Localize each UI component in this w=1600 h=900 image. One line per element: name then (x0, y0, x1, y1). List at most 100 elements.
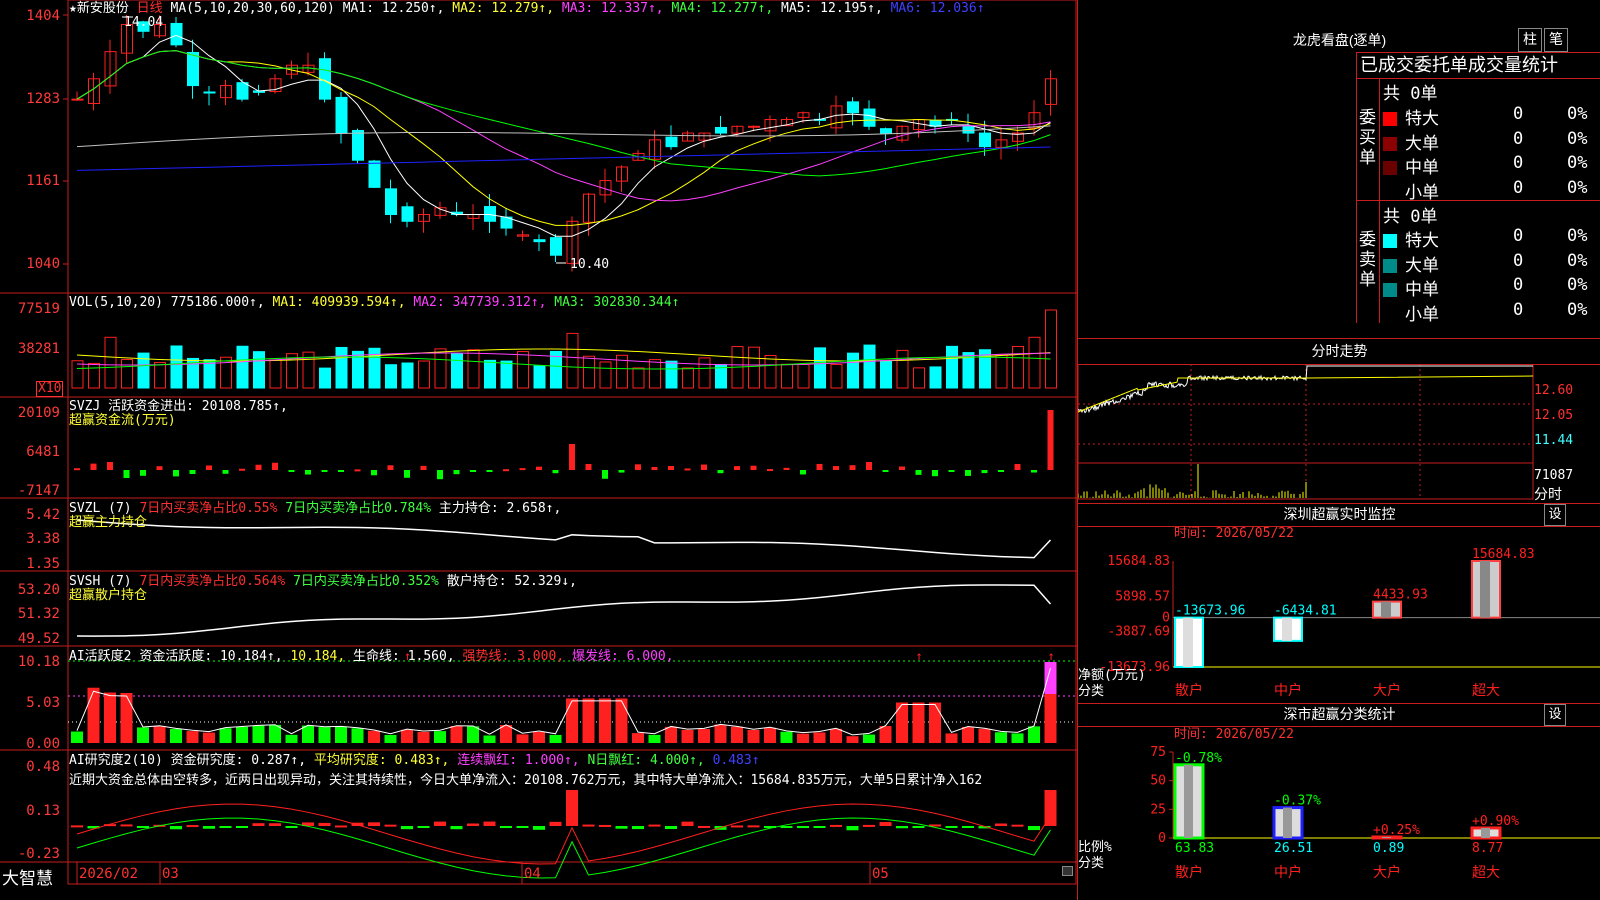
air-consec: 连续飘红: 1.000↑, (457, 753, 580, 768)
svzj-bar (602, 470, 608, 479)
ai-active-bar (698, 728, 710, 743)
order-row: 小单 0 0% (1383, 300, 1598, 325)
order-count: 0 (1513, 177, 1524, 198)
ai-active-bar (203, 732, 215, 743)
ai-active-bar (417, 731, 430, 743)
svzj-bar (734, 466, 740, 470)
candle-body (863, 108, 876, 127)
candle-body (236, 82, 249, 100)
ai-active-bar (170, 728, 182, 743)
volume-bar (946, 345, 958, 389)
sell-block-label: 委卖单 (1359, 230, 1376, 290)
ai-active-bar (731, 726, 743, 743)
ai-research-line (76, 803, 1051, 865)
up-arrow-marker: ↑ (916, 649, 923, 663)
monitor-category-label: 超大 (1472, 683, 1500, 699)
volume-bar (1045, 309, 1057, 389)
ma1-value: MA1: 12.250↑, (342, 1, 445, 16)
color-swatch (1383, 112, 1397, 126)
ai-active-bar (153, 726, 166, 743)
intraday-chart[interactable] (1078, 364, 1600, 504)
monitor-bar-shade (1282, 617, 1292, 641)
ai-research-title: AI研究度2(10) 资金研究度: 0.287↑, 平均研究度: 0.483↑,… (69, 753, 760, 768)
ma-line-1 (76, 34, 1051, 237)
ai-research-bar (1011, 824, 1024, 827)
svzj-bar (173, 470, 179, 477)
intraday-y-tick: 12.05 (1534, 408, 1574, 423)
volume-bar (748, 346, 760, 389)
svzj-bar (404, 470, 410, 478)
ai-research-bar (582, 824, 595, 827)
sz-monitor-settings-button[interactable]: 设 (1544, 504, 1566, 526)
class-value-label: 26.51 (1274, 841, 1313, 856)
ai2-life: 生命线: 1.560, (353, 649, 455, 664)
class-change-label: -0.37% (1274, 794, 1321, 809)
stock-name[interactable]: 新安股份 (77, 1, 129, 16)
ai-active-bar (219, 728, 232, 743)
air-avg: 平均研究度: 0.483↑, (313, 753, 450, 768)
svzj-bar (123, 470, 130, 479)
ai-active-bar (384, 734, 397, 743)
ai-research-bar (747, 825, 760, 828)
kline-chart-area[interactable]: ↑ ↑ ↑ ★新安股份 日线 MA(5,10,20,30,60,120) MA1: … (0, 0, 1077, 888)
order-row: 大单 0 0% (1383, 251, 1598, 276)
svzj-bar (321, 470, 328, 472)
date-label: 04 (524, 866, 541, 882)
ai-active-bar (797, 733, 809, 743)
svzj-subtitle: 超赢资金流(万元) (69, 413, 176, 428)
color-swatch (1383, 186, 1397, 200)
ai-active-bar (483, 735, 496, 743)
volume-bar (418, 360, 430, 389)
svzj-y-tick: 20109 (17, 405, 60, 421)
monitor-category-label: 中户 (1274, 682, 1302, 699)
volume-bar (599, 361, 612, 389)
lock-icon[interactable] (1062, 866, 1073, 876)
svzj-bar (1031, 470, 1037, 473)
candle-body (550, 237, 562, 256)
svsh-holding: 散户持仓: 52.329↓, (446, 574, 577, 589)
svzj-bar (618, 470, 625, 473)
class-bar-shade (1184, 764, 1193, 838)
ai-active-bar (368, 730, 380, 743)
ai-research-bar (219, 826, 232, 828)
svzl-y-tick: 5.42 (26, 507, 60, 523)
pen-mode-button[interactable]: 笔 (1544, 28, 1568, 52)
main-panel-title: ★新安股份 日线 MA(5,10,20,30,60,120) MA1: 12.2… (69, 1, 985, 16)
order-pct: 0% (1567, 226, 1588, 246)
ai-active-bar (335, 726, 347, 743)
order-count: 0 (1513, 226, 1524, 246)
ai-active-bar (1011, 733, 1024, 743)
order-row: 小单 0 0% (1383, 178, 1598, 203)
main-y-tick: 1283 (26, 91, 60, 107)
svzj-bar (140, 470, 146, 476)
volume-bar (1028, 336, 1041, 389)
monitor-category-label: 散户 (1175, 682, 1203, 699)
monitor-y-tick: 5898.57 (1115, 589, 1170, 604)
bar-mode-button[interactable]: 柱 (1518, 28, 1542, 52)
vol-unit-badge: X10 (36, 381, 64, 397)
svzj-bar (470, 470, 476, 472)
period-label[interactable]: 日线 (137, 1, 163, 16)
order-pct: 0% (1567, 128, 1588, 149)
monitor-bar-shade (1381, 601, 1391, 618)
svzl-ratio: 7日内买卖净占比0.55% (139, 501, 278, 516)
ai-research-bar (896, 826, 908, 829)
ai-active-bar (764, 727, 776, 743)
ai-active-bar (104, 692, 116, 743)
order-size-label: 大单 (1405, 255, 1439, 276)
svsh-ratio2: 7日内买卖净占比0.352% (293, 574, 439, 589)
ai-research-bar (236, 826, 248, 828)
ai-research-bar (285, 826, 298, 828)
ai-research-bar (846, 826, 859, 831)
order-size-label: 大单 (1405, 133, 1439, 154)
ai-research-bar (318, 822, 331, 826)
candle-body (187, 51, 199, 87)
volume-bar (220, 356, 232, 389)
sz-class-settings-button[interactable]: 设 (1544, 704, 1566, 726)
ma3-value: MA3: 12.337↑, (561, 1, 664, 16)
class-bar-shade (1283, 807, 1292, 838)
ma6-value: MA6: 12.036↑ (890, 1, 985, 16)
svzl-line (76, 519, 1052, 559)
candle-body (847, 101, 859, 114)
ai-active-bar (830, 728, 842, 743)
